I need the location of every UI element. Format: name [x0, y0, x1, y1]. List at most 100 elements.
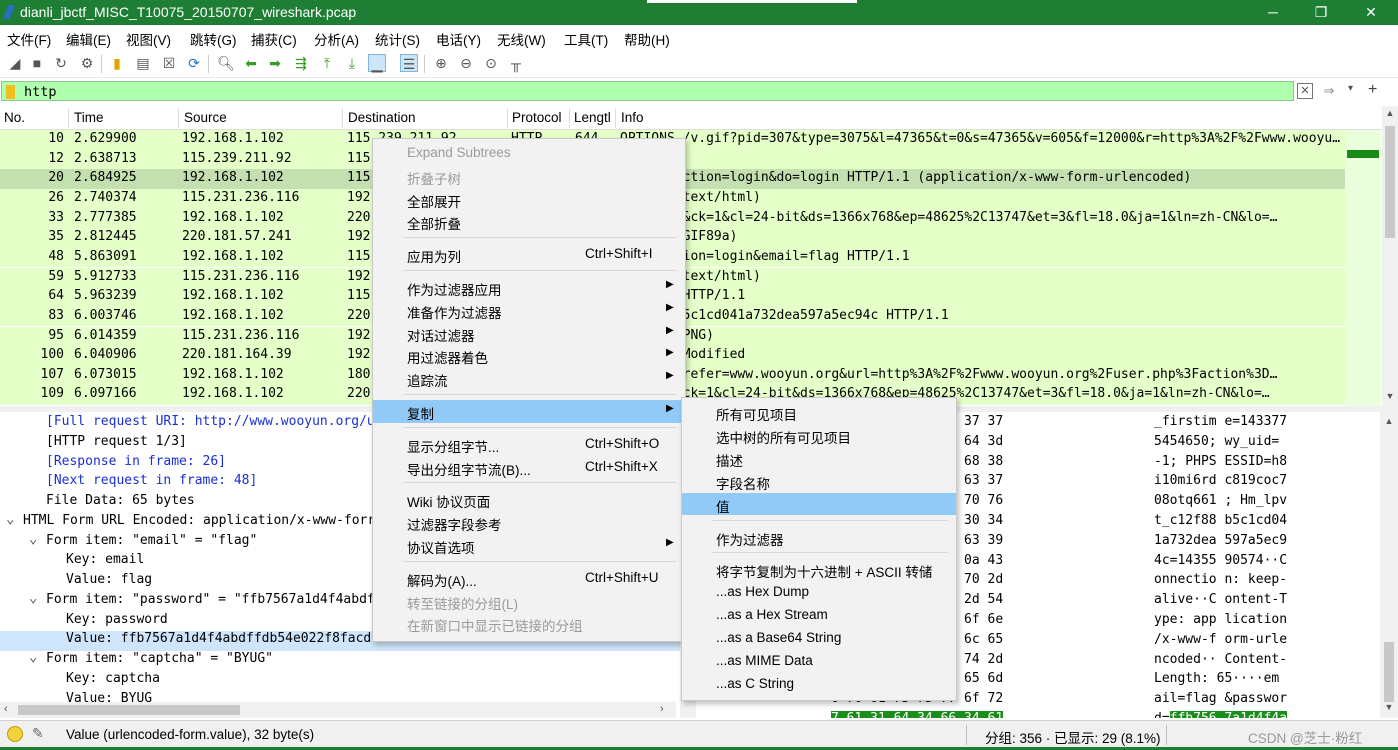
menu-item[interactable]: 过滤器字段参考	[373, 511, 685, 534]
clear-filter-button[interactable]: ✕	[1297, 83, 1313, 99]
zoom-out-icon[interactable]: ⊖	[457, 54, 475, 72]
menu-item[interactable]: 协议首选项 ▶	[373, 534, 685, 557]
menu-item[interactable]: Wiki 协议页面	[373, 488, 685, 511]
packet-cell-no: 95	[48, 327, 64, 343]
expand-toggle-icon[interactable]: ⌄	[29, 649, 37, 665]
menu-item-label: 所有可见项目	[716, 408, 797, 423]
shark-fin-icon[interactable]: ◢	[6, 54, 24, 72]
scroll-thumb[interactable]	[18, 705, 240, 715]
column-protocol[interactable]: Protocol	[512, 110, 562, 125]
menu-item[interactable]: 显示分组字节... Ctrl+Shift+O	[373, 433, 685, 456]
stop-icon[interactable]: ■	[28, 54, 46, 72]
menu-item[interactable]: 全部展开	[373, 188, 685, 211]
menu-item[interactable]: ...as Hex Dump	[682, 581, 956, 604]
zoom-in-icon[interactable]: ⊕	[432, 54, 450, 72]
menu-item[interactable]: 值	[682, 492, 956, 516]
reload-icon[interactable]: ⟳	[185, 54, 203, 72]
menu-item[interactable]: ...as a Hex Stream	[682, 604, 956, 627]
bytes-scrollbar[interactable]: ▲ ▼	[1380, 412, 1398, 718]
menu-file[interactable]: 文件(F)	[7, 29, 51, 49]
column-info[interactable]: Info	[621, 110, 644, 125]
options-icon[interactable]: ⚙	[78, 54, 96, 72]
forward-icon[interactable]: ➡	[266, 54, 284, 72]
add-filter-button[interactable]: +	[1368, 81, 1377, 99]
expert-info-led-icon[interactable]	[7, 726, 23, 742]
column-length[interactable]: Lengtl	[574, 110, 611, 125]
menu-capture[interactable]: 捕获(C)	[251, 29, 297, 49]
menu-item-label: 作为过滤器应用	[407, 283, 502, 298]
packet-cell-info: if?uid=&refer=www.wooyun.org&url=http%3A…	[620, 366, 1278, 382]
display-filter-input[interactable]: http	[1, 81, 1294, 101]
expand-toggle-icon[interactable]: ⌄	[29, 531, 37, 547]
menu-item[interactable]: 描述	[682, 447, 956, 470]
autoscroll-icon[interactable]: ▁	[368, 54, 386, 72]
menu-help[interactable]: 帮助(H)	[624, 29, 670, 49]
menu-item[interactable]: 字段名称	[682, 470, 956, 493]
maximize-button[interactable]: ❐	[1297, 0, 1345, 25]
expand-toggle-icon[interactable]: ⌄	[6, 511, 14, 527]
column-destination[interactable]: Destination	[348, 110, 416, 125]
packet-list-scrollbar[interactable]: ▲ ▼	[1382, 106, 1398, 406]
back-icon[interactable]: ⬅	[242, 54, 260, 72]
filter-history-dropdown[interactable]: ▾	[1348, 83, 1362, 99]
packet-cell-dst: 115	[347, 170, 371, 186]
resize-columns-icon[interactable]: ╥	[507, 54, 525, 72]
packet-minimap[interactable]	[1345, 130, 1381, 406]
save-icon[interactable]: ▤	[134, 54, 152, 72]
column-source[interactable]: Source	[184, 110, 227, 125]
menu-tools[interactable]: 工具(T)	[564, 29, 608, 49]
menu-item[interactable]: 作为过滤器应用 ▶	[373, 276, 685, 299]
packet-cell-info: OPTIONS /v.gif?pid=307&type=3075&l=47365…	[620, 131, 1341, 146]
menu-item[interactable]: 准备作为过滤器 ▶	[373, 299, 685, 322]
packet-cell-time: 5.963239	[74, 288, 137, 304]
column-no[interactable]: No.	[4, 110, 25, 125]
menu-item[interactable]: 追踪流 ▶	[373, 367, 685, 390]
menu-view[interactable]: 视图(V)	[126, 29, 171, 49]
menu-item[interactable]: 导出分组字节流(B)... Ctrl+Shift+X	[373, 456, 685, 479]
menu-item[interactable]: 解码为(A)... Ctrl+Shift+U	[373, 567, 685, 590]
packet-cell-no: 59	[48, 268, 64, 284]
menu-item[interactable]: 用过滤器着色 ▶	[373, 344, 685, 367]
bookmark-icon[interactable]	[6, 85, 15, 99]
packet-cell-time: 6.040906	[74, 347, 137, 363]
apply-filter-button[interactable]: ⇒	[1316, 83, 1342, 99]
column-time[interactable]: Time	[74, 110, 104, 125]
first-icon[interactable]: ⤒	[318, 54, 336, 72]
capture-comment-icon[interactable]: ✎	[32, 725, 44, 742]
menu-telephony[interactable]: 电话(Y)	[436, 29, 481, 49]
menu-wireless[interactable]: 无线(W)	[497, 29, 546, 49]
menu-go[interactable]: 跳转(G)	[190, 29, 237, 49]
menu-item[interactable]: 所有可见项目	[682, 401, 956, 424]
menu-analyze[interactable]: 分析(A)	[314, 29, 359, 49]
close-window-button[interactable]: ✕	[1347, 0, 1395, 25]
menu-statistics[interactable]: 统计(S)	[375, 29, 420, 49]
menu-item[interactable]: 对话过滤器 ▶	[373, 322, 685, 345]
colorize-icon[interactable]: ☰	[400, 54, 418, 72]
menu-item[interactable]: 将字节复制为十六进制 + ASCII 转储	[682, 558, 956, 581]
goto-icon[interactable]: ⇶	[292, 54, 310, 72]
details-hscroll[interactable]: › ‹	[0, 702, 676, 718]
menu-item[interactable]: ...as a Base64 String	[682, 627, 956, 650]
menu-item[interactable]: ...as C String	[682, 673, 956, 696]
scroll-thumb[interactable]	[1384, 642, 1394, 702]
expand-toggle-icon[interactable]: ⌄	[29, 590, 37, 606]
menu-item[interactable]: 选中树的所有可见项目	[682, 424, 956, 447]
menu-item[interactable]: 全部折叠	[373, 210, 685, 233]
menu-item[interactable]: ...as MIME Data	[682, 650, 956, 673]
menu-edit[interactable]: 编辑(E)	[66, 29, 111, 49]
menu-item[interactable]: 应用为列 Ctrl+Shift+I	[373, 243, 685, 266]
restart-icon[interactable]: ↻	[52, 54, 70, 72]
minimize-button[interactable]: ─	[1249, 0, 1297, 25]
scroll-thumb[interactable]	[1385, 126, 1395, 238]
last-icon[interactable]: ⤓	[343, 54, 361, 72]
packet-cell-no: 12	[48, 150, 64, 166]
menu-item[interactable]: 作为过滤器	[682, 526, 956, 549]
menu-item[interactable]: 复制 ▶	[373, 400, 685, 423]
display-filter-value[interactable]: http	[24, 84, 57, 100]
find-icon[interactable]: 🔍︎	[217, 54, 235, 72]
bytes-ascii: /x-www-f orm-urle	[1154, 631, 1288, 647]
close-file-icon[interactable]: ☒	[160, 54, 178, 72]
open-icon[interactable]: ▮	[108, 54, 126, 72]
normal-size-icon[interactable]: ⊙	[482, 54, 500, 72]
menu-separator	[403, 482, 677, 484]
